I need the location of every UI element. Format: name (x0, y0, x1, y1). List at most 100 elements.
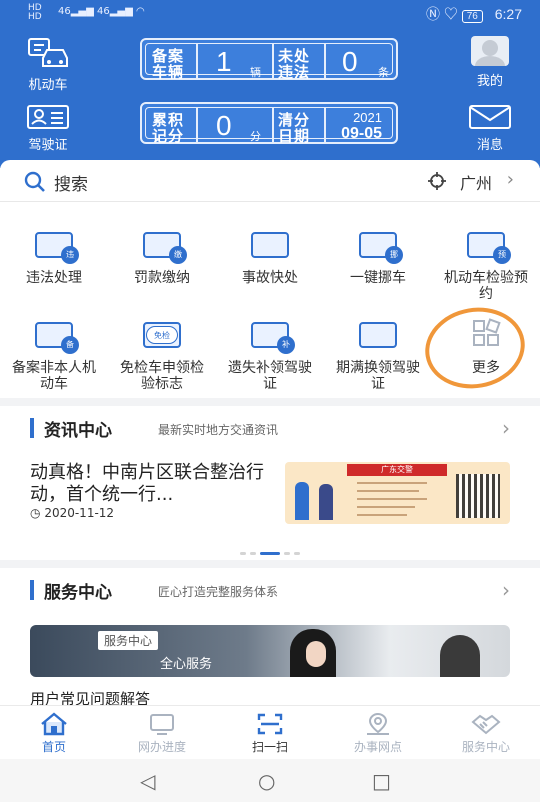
tab-label: 办事网点 (353, 740, 402, 754)
search-input[interactable]: 搜索 (54, 170, 88, 195)
clear-date-label: 清分日期 (278, 111, 311, 145)
service-register-vehicle[interactable]: 备备案非本人机动车 (0, 318, 108, 392)
pending-violations-unit: 条 (378, 66, 389, 79)
service-label: 遗失补领驾驶证 (228, 360, 312, 392)
back-icon[interactable]: ◁ (140, 769, 155, 793)
home-nav-icon[interactable]: ○ (258, 769, 275, 793)
card-divider (196, 108, 198, 142)
reissue-license-icon: 补 (245, 318, 295, 354)
icon-badge: 免检 (146, 326, 178, 344)
clock-icon: ◷ (30, 506, 41, 520)
carousel-dots (240, 540, 304, 559)
news-section-header[interactable]: 资讯中心 最新实时地方交通资讯 › (0, 408, 540, 448)
status-network: HD HD (28, 3, 42, 22)
exempt-sticker-icon: 免检 (137, 318, 187, 352)
service-banner[interactable]: 服务中心 全心服务 (30, 625, 510, 677)
card-divider (196, 44, 198, 78)
chevron-right-icon: › (502, 578, 510, 602)
icon-badge: 预 (493, 246, 511, 264)
license-label: 驾驶证 (28, 138, 68, 153)
status-right: Ⓝ ♡ 76 6:27 (426, 4, 522, 24)
service-label: 期满换领驾驶证 (336, 360, 420, 392)
city-selector[interactable]: 广州 (460, 170, 492, 194)
tab-label: 网办进度 (137, 740, 186, 754)
icon-badge: 挪 (385, 246, 403, 264)
message-button[interactable]: 消息 (448, 104, 532, 153)
news-thumbnail[interactable]: 广东交警 (285, 462, 510, 524)
monitor-icon (150, 714, 174, 735)
mine-button[interactable]: 我的 (448, 36, 532, 89)
tab-progress[interactable]: 网办进度 (112, 712, 212, 755)
card-frame: 备案车辆 1 辆 未处违法 0 条 (145, 43, 393, 80)
news-image-brand: 广东交警 (347, 464, 447, 476)
license-button[interactable]: 驾驶证 (6, 104, 90, 153)
news-item-date: ◷ 2020-11-12 (30, 506, 114, 520)
service-move-car[interactable]: 挪一键挪车 (324, 228, 432, 286)
image-text-line (357, 482, 427, 484)
agent-face (306, 641, 326, 667)
image-text-line (357, 506, 415, 508)
service-car-violation[interactable]: 违违法处理 (0, 228, 108, 286)
carousel-dot[interactable] (294, 552, 300, 555)
section-accent (30, 418, 34, 438)
mine-label: 我的 (476, 74, 503, 89)
service-center-header[interactable]: 服务中心 匠心打造完整服务体系 › (0, 570, 540, 610)
service-reissue-license[interactable]: 补遗失补领驾驶证 (216, 318, 324, 392)
home-icon (41, 712, 67, 736)
accident-icon (245, 228, 295, 262)
tab-home[interactable]: 首页 (4, 712, 104, 755)
scan-icon (257, 713, 283, 735)
clear-date-year: 2021 (353, 110, 382, 125)
message-label: 消息 (476, 138, 503, 153)
tab-service-center[interactable]: 服务中心 (436, 712, 536, 755)
icon-badge: 缴 (169, 246, 187, 264)
service-label: 一键挪车 (350, 270, 406, 286)
carousel-dot[interactable] (250, 552, 256, 555)
pending-violations-count: 0 (342, 46, 358, 77)
service-label: 免检车申领检验标志 (120, 360, 204, 392)
service-renew-license[interactable]: 期满换领驾驶证 (324, 318, 432, 392)
service-center-title: 服务中心 (44, 583, 112, 603)
tab-locations[interactable]: 办事网点 (328, 712, 428, 755)
status-bar: HD HD 46▂▄▆ 46▂▄▆ ◠ Ⓝ ♡ 76 6:27 (0, 0, 540, 26)
fine-payment-icon: 缴 (137, 228, 187, 264)
tab-scan[interactable]: 扫一扫 (220, 712, 320, 755)
news-title: 资讯中心 (44, 421, 112, 441)
service-inspection-booking[interactable]: 预机动车检验预约 (432, 228, 540, 302)
recents-icon[interactable]: □ (372, 769, 391, 793)
card-divider (272, 44, 274, 78)
image-text-line (357, 490, 419, 492)
vehicle-label: 机动车 (28, 78, 68, 93)
accumulated-points-unit: 分 (250, 130, 261, 143)
service-label: 罚款缴纳 (134, 270, 190, 286)
icon-shape (251, 232, 289, 258)
news-item-title[interactable]: 动真格！中南片区联合整治行动，首个统一行... (30, 462, 266, 506)
tab-label: 扫一扫 (251, 740, 288, 754)
section-accent (30, 580, 34, 600)
accumulated-points-label: 累积记分 (152, 111, 185, 145)
search-bar[interactable]: 搜索 广州 › (0, 160, 540, 202)
service-label: 违法处理 (26, 270, 82, 286)
carousel-dot[interactable] (240, 552, 246, 555)
icon-badge: 违 (61, 246, 79, 264)
crosshair-icon (428, 172, 446, 190)
officer-figure (295, 482, 309, 520)
license-stats-card[interactable]: 累积记分 0 分 清分日期 2021 09-05 (140, 102, 398, 144)
location-status-icon: ♡ (443, 6, 458, 22)
android-nav-bar: ◁ ○ □ (0, 759, 540, 802)
section-divider (0, 560, 540, 568)
battery-indicator: 76 (461, 10, 483, 23)
service-accident[interactable]: 事故快处 (216, 228, 324, 286)
carousel-dot[interactable] (284, 552, 290, 555)
vehicle-stats-card[interactable]: 备案车辆 1 辆 未处违法 0 条 (140, 38, 398, 80)
news-date-text: 2020-11-12 (44, 506, 115, 520)
card-divider (324, 44, 326, 78)
chevron-right-icon: › (502, 416, 510, 440)
service-exempt-sticker[interactable]: 免检免检车申领检验标志 (108, 318, 216, 392)
service-fine-payment[interactable]: 缴罚款缴纳 (108, 228, 216, 286)
location-icon (367, 712, 389, 735)
vehicle-button[interactable]: 机动车 (6, 36, 90, 93)
carousel-dot-active[interactable] (260, 552, 280, 555)
inspection-booking-icon: 预 (461, 228, 511, 264)
registered-vehicles-unit: 辆 (250, 66, 261, 79)
